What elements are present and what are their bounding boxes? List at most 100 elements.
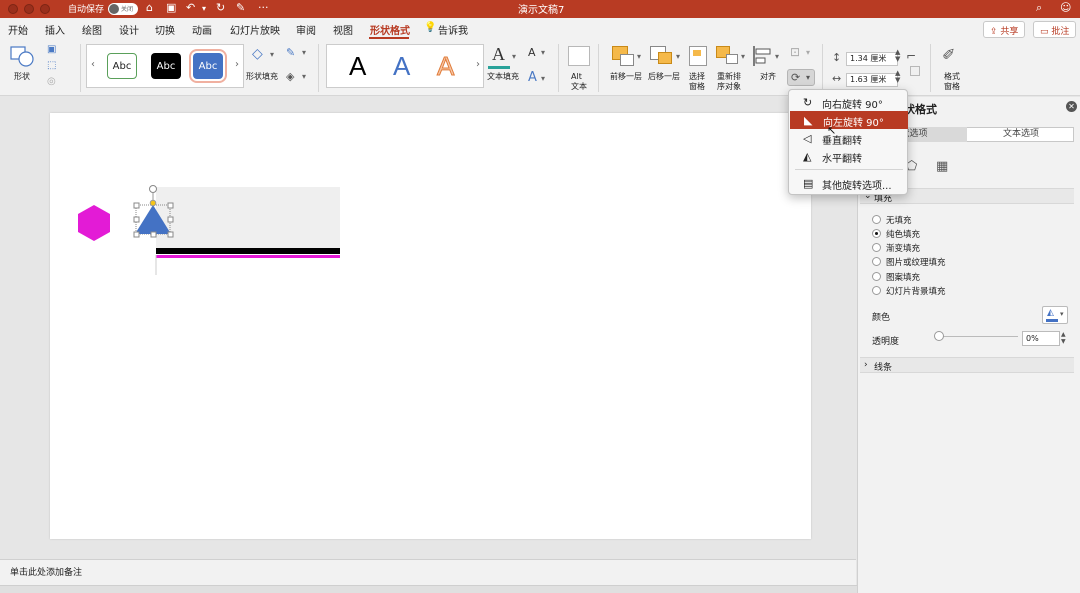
text-outline-icon[interactable]: A bbox=[528, 46, 536, 59]
resize-handle-mr[interactable] bbox=[167, 216, 174, 223]
text-fill-dropdown-icon[interactable]: ▾ bbox=[512, 52, 516, 61]
align-icon[interactable] bbox=[752, 45, 774, 67]
width-input[interactable]: 1.63 厘米 bbox=[846, 73, 898, 87]
radio-button-selected[interactable] bbox=[872, 229, 881, 238]
text-fill-icon[interactable]: A bbox=[492, 44, 505, 65]
shape-fill-dropdown-icon[interactable]: ▾ bbox=[270, 50, 274, 59]
undo-dropdown-icon[interactable]: ▾ bbox=[202, 4, 206, 13]
account-icon[interactable]: ☺ bbox=[1060, 1, 1071, 14]
lock-aspect-icon[interactable]: ⌐ bbox=[906, 49, 916, 63]
tab-draw[interactable]: 绘图 bbox=[82, 22, 102, 37]
wordart-style-black[interactable]: A bbox=[349, 51, 366, 82]
selection-pane-icon[interactable] bbox=[689, 46, 707, 66]
group-objects-icon[interactable]: ⊡ bbox=[790, 45, 800, 59]
notes-pane[interactable]: 单击此处添加备注 bbox=[0, 559, 856, 585]
height-input[interactable]: 1.34 厘米 bbox=[846, 52, 898, 66]
undo-icon[interactable]: ↶ bbox=[186, 1, 195, 14]
bring-forward-dropdown-icon[interactable]: ▾ bbox=[637, 52, 641, 61]
send-backward-dropdown-icon[interactable]: ▾ bbox=[676, 52, 680, 61]
size-launcher-icon[interactable] bbox=[910, 66, 920, 76]
size-properties-icon[interactable]: ▦ bbox=[936, 159, 948, 174]
shape-style-outline[interactable]: Abc bbox=[107, 53, 137, 79]
more-rotation-options-item[interactable]: ▤ 其他旋转选项... bbox=[789, 174, 909, 192]
radio-button[interactable] bbox=[872, 257, 881, 266]
rotate-right-90-item[interactable]: ↻ 向右旋转 90° bbox=[789, 93, 909, 111]
magenta-bar[interactable] bbox=[156, 255, 340, 258]
home-icon[interactable]: ⌂ bbox=[146, 1, 153, 14]
adjust-handle[interactable] bbox=[149, 199, 157, 207]
tab-design[interactable]: 设计 bbox=[119, 22, 139, 37]
radio-button[interactable] bbox=[872, 215, 881, 224]
resize-handle-br[interactable] bbox=[167, 231, 174, 238]
tab-animations[interactable]: 动画 bbox=[192, 22, 212, 37]
more-icon[interactable]: ··· bbox=[258, 1, 269, 14]
alt-text-icon[interactable] bbox=[568, 46, 590, 66]
transparency-input[interactable]: 0% bbox=[1022, 331, 1060, 346]
tab-view[interactable]: 视图 bbox=[333, 22, 353, 37]
wordart-style-orange[interactable]: A bbox=[436, 51, 454, 82]
tab-review[interactable]: 审阅 bbox=[296, 22, 316, 37]
format-pane-icon[interactable]: ✐ bbox=[942, 45, 955, 64]
zoom-window-button[interactable] bbox=[40, 4, 50, 14]
color-picker-button[interactable]: ◭ ▾ bbox=[1042, 306, 1068, 324]
resize-handle-ml[interactable] bbox=[133, 216, 140, 223]
rotate-button[interactable]: ⟳ ▾ bbox=[787, 69, 815, 86]
text-outline-dropdown-icon[interactable]: ▾ bbox=[541, 48, 545, 57]
tab-transitions[interactable]: 切换 bbox=[155, 22, 175, 37]
radio-button[interactable] bbox=[872, 286, 881, 295]
customize-icon[interactable]: ✎ bbox=[236, 1, 245, 14]
tab-home[interactable]: 开始 bbox=[8, 22, 28, 37]
flip-horizontal-item[interactable]: ◭ 水平翻转 bbox=[789, 147, 909, 165]
search-icon[interactable]: ⌕ bbox=[1036, 1, 1042, 15]
share-button[interactable]: ⇪ 共享 bbox=[983, 21, 1026, 38]
save-icon[interactable]: ▣ bbox=[166, 1, 176, 14]
text-effects-icon[interactable]: A bbox=[528, 70, 537, 85]
resize-handle-tr[interactable] bbox=[167, 202, 174, 209]
transparency-slider-thumb[interactable] bbox=[934, 331, 944, 341]
height-stepper[interactable]: ▲ ▼ bbox=[895, 49, 900, 63]
tab-slideshow[interactable]: 幻灯片放映 bbox=[230, 22, 280, 37]
redo-icon[interactable]: ↻ bbox=[216, 1, 225, 14]
close-window-button[interactable] bbox=[8, 4, 18, 14]
rotate-left-90-item[interactable]: ◣ 向左旋转 90° bbox=[790, 111, 908, 129]
tab-text-options[interactable]: 文本选项 bbox=[968, 127, 1074, 142]
shape-fill-icon[interactable]: ◇ bbox=[252, 46, 263, 62]
gray-rectangle[interactable] bbox=[156, 187, 340, 250]
shape-style-blue[interactable]: Abc bbox=[189, 49, 227, 83]
reorder-dropdown-icon[interactable]: ▾ bbox=[741, 52, 745, 61]
comment-button[interactable]: ▭ 批注 bbox=[1033, 21, 1077, 38]
gallery-next-icon[interactable]: › bbox=[235, 59, 239, 70]
shape-effects-dropdown-icon[interactable]: ▾ bbox=[302, 72, 306, 81]
group-dropdown-icon[interactable]: ▾ bbox=[806, 48, 810, 57]
radio-button[interactable] bbox=[872, 272, 881, 281]
align-dropdown-icon[interactable]: ▾ bbox=[775, 52, 779, 61]
shape-effects-icon[interactable]: ◈ bbox=[286, 70, 294, 83]
text-effects-dropdown-icon[interactable]: ▾ bbox=[541, 74, 545, 83]
flip-vertical-item[interactable]: ◁ 垂直翻转 bbox=[789, 129, 909, 147]
text-box-icon[interactable]: ▣ bbox=[47, 44, 56, 55]
radio-button[interactable] bbox=[872, 243, 881, 252]
width-stepper[interactable]: ▲ ▼ bbox=[895, 70, 900, 84]
slide-canvas[interactable] bbox=[50, 113, 811, 539]
rotation-handle[interactable] bbox=[149, 185, 157, 193]
wordart-style-blue[interactable]: A bbox=[393, 51, 410, 82]
gallery-next-icon[interactable]: › bbox=[476, 59, 480, 70]
black-bar[interactable] bbox=[156, 248, 340, 254]
resize-handle-tl[interactable] bbox=[133, 202, 140, 209]
tab-shape-format[interactable]: 形状格式 bbox=[370, 22, 410, 37]
tab-tell-me[interactable]: 告诉我 bbox=[438, 22, 468, 37]
minimize-window-button[interactable] bbox=[24, 4, 34, 14]
transparency-slider-track[interactable] bbox=[936, 336, 1018, 337]
autosave-toggle[interactable]: 关闭 bbox=[108, 3, 138, 15]
shape-style-black[interactable]: Abc bbox=[151, 53, 181, 79]
shape-outline-dropdown-icon[interactable]: ▾ bbox=[302, 48, 306, 57]
close-pane-icon[interactable]: ✕ bbox=[1066, 101, 1077, 112]
resize-handle-bm[interactable] bbox=[150, 231, 157, 238]
tab-insert[interactable]: 插入 bbox=[45, 22, 65, 37]
edit-shape-icon[interactable]: ⬚ bbox=[47, 60, 56, 71]
resize-handle-bl[interactable] bbox=[133, 231, 140, 238]
hexagon-shape[interactable] bbox=[78, 205, 110, 241]
merge-shapes-icon[interactable]: ◎ bbox=[47, 76, 56, 87]
gallery-prev-icon[interactable]: ‹ bbox=[91, 59, 95, 70]
shape-outline-icon[interactable]: ✎ bbox=[286, 46, 295, 59]
